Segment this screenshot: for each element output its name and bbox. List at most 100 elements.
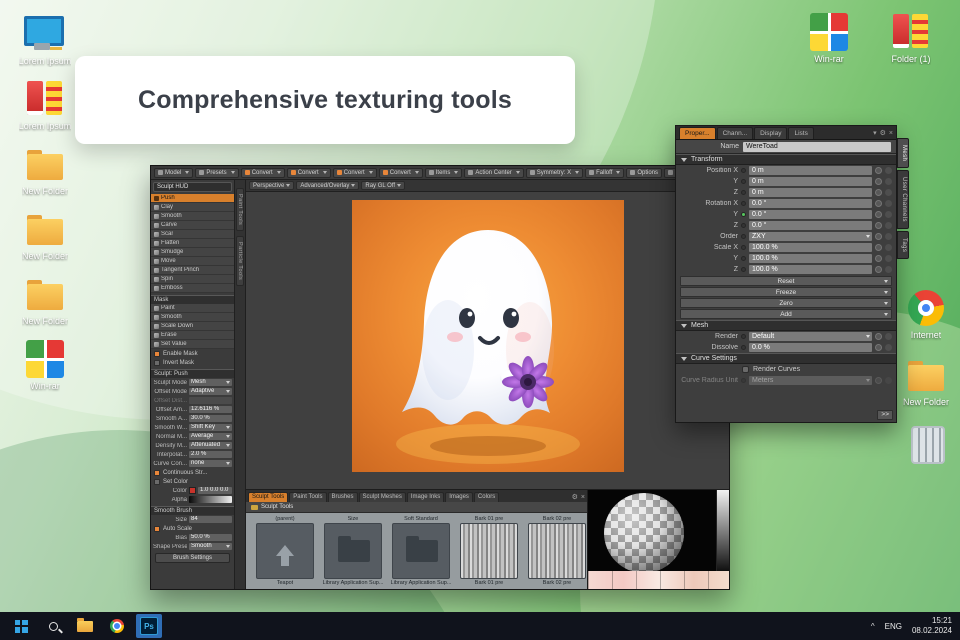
sculpt-hud-header[interactable]: Sculpt HUD: [153, 182, 232, 192]
channel-value[interactable]: 0 m: [749, 177, 872, 186]
transform-action-button[interactable]: Add: [680, 309, 892, 319]
sculpt-tool[interactable]: Spin: [151, 275, 234, 284]
checkbox-icon[interactable]: [154, 469, 160, 476]
checkbox-icon[interactable]: [742, 366, 749, 373]
preset-tab[interactable]: Paint Tools: [289, 492, 327, 502]
checkbox-icon[interactable]: [154, 350, 160, 357]
keyframe-dot[interactable]: [741, 190, 746, 195]
item-name-field[interactable]: WereToad: [743, 141, 891, 152]
vertical-tab[interactable]: Paint Tools: [236, 188, 244, 232]
viewport-button[interactable]: Perspective: [249, 181, 295, 190]
channel-row[interactable]: Position X 0 m: [676, 165, 896, 176]
toolbar-button[interactable]: Convert: [240, 167, 285, 178]
channel-row[interactable]: Dissolve 0.0 %: [676, 342, 896, 353]
mask-tool[interactable]: Scale Down: [151, 322, 234, 331]
side-vertical-tab[interactable]: Mesh: [897, 138, 909, 169]
viewport-button[interactable]: Advanced/Overlay: [296, 181, 360, 190]
taskbar-chrome-button[interactable]: [104, 614, 130, 638]
property-value[interactable]: Average: [189, 433, 232, 440]
preset-tab[interactable]: Image Inks: [406, 492, 445, 502]
desktop-icon[interactable]: Internet: [893, 288, 959, 341]
desktop-icon[interactable]: New Folder: [12, 144, 78, 197]
toolbar-button[interactable]: Convert: [286, 167, 331, 178]
properties-tab[interactable]: Proper...: [679, 127, 716, 139]
channel-value[interactable]: 0 m: [749, 166, 872, 175]
channel-value[interactable]: 0.0 °: [749, 210, 872, 219]
channel-value[interactable]: 100.0 %: [749, 265, 872, 274]
mini-dial-icon[interactable]: [875, 222, 882, 229]
dropdown-icon[interactable]: ▾: [873, 129, 877, 137]
taskbar-search-button[interactable]: [40, 614, 66, 638]
sculpt-tool[interactable]: Clay: [151, 203, 234, 212]
keyframe-dot[interactable]: [741, 201, 746, 206]
channel-row[interactable]: Scale X 100.0 %: [676, 242, 896, 253]
start-button[interactable]: [8, 614, 34, 638]
keyframe-dot[interactable]: [741, 212, 746, 217]
properties-tab[interactable]: Display: [754, 127, 788, 139]
sculpt-tool[interactable]: Smooth: [151, 212, 234, 221]
color-swatch[interactable]: [189, 487, 196, 494]
gear-icon[interactable]: ⚙: [880, 129, 886, 137]
channel-row[interactable]: Rotation X 0.0 °: [676, 198, 896, 209]
keyframe-dot[interactable]: [741, 256, 746, 261]
keyframe-dot[interactable]: [741, 234, 746, 239]
channel-value[interactable]: 0.0 %: [749, 343, 872, 352]
transform-section-header[interactable]: Transform: [676, 154, 896, 165]
preset-tab[interactable]: Colors: [473, 492, 500, 502]
desktop-icon[interactable]: [893, 422, 959, 475]
3d-viewport[interactable]: [246, 192, 729, 489]
transform-action-button[interactable]: Zero: [680, 298, 892, 308]
preset-tab[interactable]: Sculpt Meshes: [358, 492, 406, 502]
sculpt-property-row[interactable]: Curve Con... none: [151, 459, 234, 468]
shape-preset-row[interactable]: Shape Preset Smooth: [151, 542, 234, 551]
desktop-icon[interactable]: Folder (1): [878, 12, 944, 65]
brush-size-row[interactable]: Size 84: [151, 515, 234, 524]
checkbox-row[interactable]: Enable Mask: [151, 349, 234, 358]
properties-tab[interactable]: Chann...: [716, 127, 754, 139]
desktop-icon[interactable]: New Folder: [12, 209, 78, 262]
channel-row[interactable]: Z 0 m: [676, 187, 896, 198]
toolbar-button[interactable]: Items: [424, 167, 463, 178]
toolbar-button[interactable]: Action Center: [464, 167, 524, 178]
mini-dial-icon[interactable]: [875, 266, 882, 273]
sculpt-tool[interactable]: Smudge: [151, 248, 234, 257]
toolbar-button[interactable]: Symmetry: X: [525, 167, 584, 178]
preset-thumbnail[interactable]: Soft Standard Library Application Sup...: [390, 515, 452, 587]
mini-dial-icon[interactable]: [875, 167, 882, 174]
mini-dial-icon[interactable]: [875, 255, 882, 262]
desktop-icon[interactable]: New Folder: [12, 274, 78, 327]
property-value[interactable]: 2.0 %: [189, 451, 232, 458]
checkbox-icon[interactable]: [154, 359, 160, 366]
mini-dial-icon[interactable]: [875, 233, 882, 240]
checkbox-row[interactable]: Set Color: [151, 477, 234, 486]
property-value[interactable]: [189, 397, 232, 404]
properties-tab[interactable]: Lists: [788, 127, 814, 139]
transform-action-button[interactable]: Reset: [680, 276, 892, 286]
taskbar-photoshop-button[interactable]: Ps: [136, 614, 162, 638]
desktop-icon[interactable]: Win-rar: [796, 12, 862, 65]
toolbar-button[interactable]: Convert: [332, 167, 377, 178]
keyframe-dot[interactable]: [741, 223, 746, 228]
preset-tab[interactable]: Images: [445, 492, 473, 502]
preset-preview[interactable]: [460, 523, 518, 579]
brush-settings-button[interactable]: Brush Settings: [155, 553, 230, 563]
render-curves-row[interactable]: Render Curves: [676, 364, 896, 375]
mask-tool[interactable]: Paint: [151, 304, 234, 313]
preset-preview[interactable]: [528, 523, 586, 579]
channel-value[interactable]: Default: [749, 332, 872, 341]
preset-thumbnail[interactable]: (parent) Teapot: [254, 515, 316, 587]
tray-expand-chevron[interactable]: ^: [871, 622, 875, 631]
desktop-icon[interactable]: Lorem Ipsum: [12, 14, 78, 67]
channel-value[interactable]: 100.0 %: [749, 254, 872, 263]
toolbar-button[interactable]: Falloff: [585, 167, 625, 178]
checkbox-row[interactable]: Continuous Str...: [151, 468, 234, 477]
expand-panel-button[interactable]: >>: [877, 410, 893, 420]
keyframe-dot[interactable]: [741, 267, 746, 272]
preset-breadcrumb[interactable]: Sculpt Tools: [246, 502, 587, 513]
sculpt-property-row[interactable]: Offset Dist...: [151, 396, 234, 405]
property-value[interactable]: Shift Key: [189, 424, 232, 431]
sculpt-property-row[interactable]: Normal M... Average: [151, 432, 234, 441]
curve-settings-header[interactable]: Curve Settings: [676, 353, 896, 364]
checkbox-row[interactable]: Invert Mask: [151, 358, 234, 367]
sculpt-property-row[interactable]: Sculpt Mode Mesh: [151, 378, 234, 387]
